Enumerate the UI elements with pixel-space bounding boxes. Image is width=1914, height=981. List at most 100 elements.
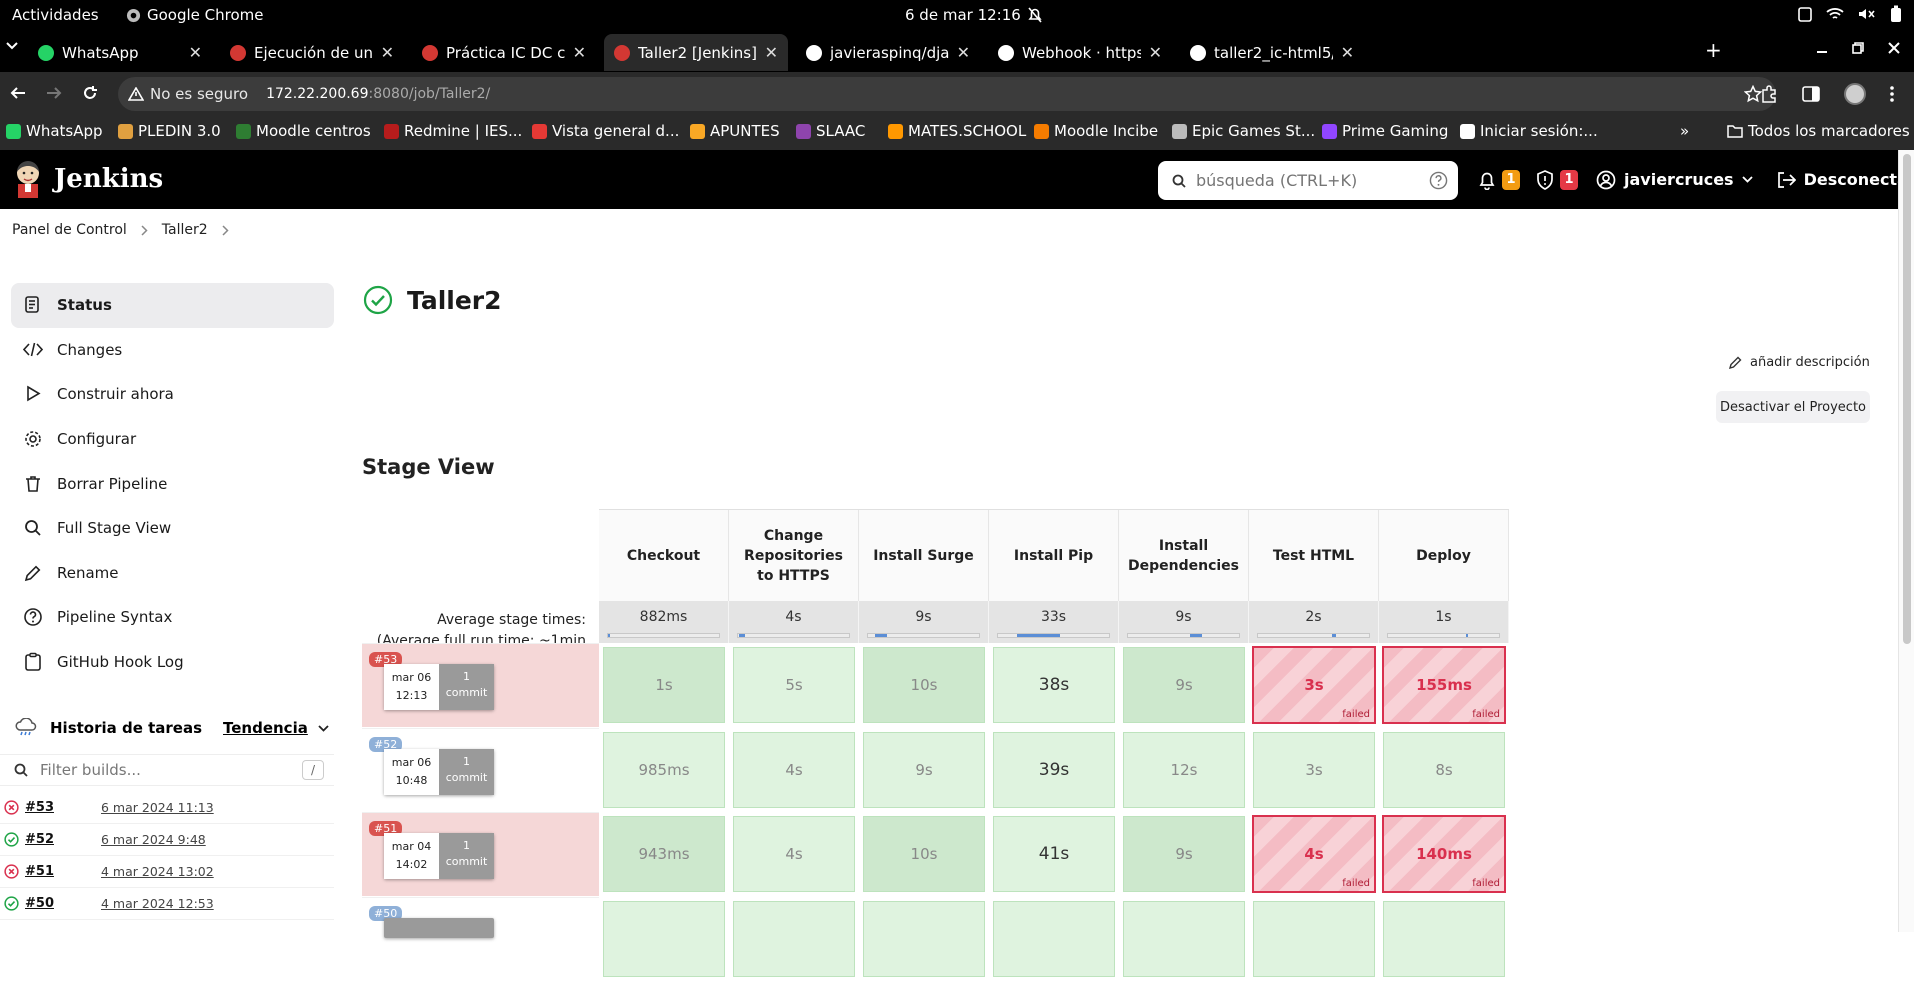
stage-cell-success[interactable] [729, 897, 859, 981]
scrollbar-thumb[interactable] [1903, 154, 1911, 644]
close-window-icon[interactable] [1888, 42, 1900, 54]
stage-cell-success[interactable] [859, 897, 989, 981]
stage-cell-success[interactable]: 4s [729, 728, 859, 812]
logout-button[interactable]: Desconectar [1777, 170, 1914, 189]
stage-cell-success[interactable]: 9s [1119, 643, 1249, 727]
stage-cell-success[interactable]: 38s [989, 643, 1119, 727]
build-number-link[interactable]: #53 [25, 800, 95, 815]
browser-tab[interactable]: taller2_ic-html5/_build/i ✕ [1180, 34, 1364, 71]
build-history-row[interactable]: #51 4 mar 2024 13:02 [0, 856, 334, 888]
build-card[interactable]: mar 06 12:13 1 commit [384, 664, 494, 710]
app-menu[interactable]: Google Chrome [126, 6, 264, 24]
sidebar-item-github-hook-log[interactable]: GitHub Hook Log [11, 640, 334, 685]
stage-cell-success[interactable]: 4s [729, 812, 859, 896]
stage-cell-success[interactable]: 10s [859, 812, 989, 896]
security-alerts-button[interactable]: 1 [1536, 169, 1578, 190]
breadcrumb-dashboard[interactable]: Panel de Control [12, 222, 127, 238]
stage-cell-success[interactable]: 9s [1119, 812, 1249, 896]
commit-count[interactable]: 1 commit [439, 664, 494, 710]
bookmark-item[interactable]: APUNTES [690, 122, 780, 140]
build-date-link[interactable]: 4 mar 2024 13:02 [101, 864, 214, 879]
build-history-row[interactable]: #50 4 mar 2024 12:53 [0, 888, 334, 920]
build-history-row[interactable]: #53 6 mar 2024 11:13 [0, 792, 334, 824]
minimize-icon[interactable] [1816, 42, 1828, 54]
new-tab-button[interactable]: + [1705, 38, 1722, 62]
bookmark-item[interactable]: Moodle Incibe [1034, 122, 1158, 140]
address-bar[interactable]: No es seguro 172.22.200.69:8080/job/Tall… [118, 77, 1776, 111]
browser-tab[interactable]: Práctica IC DC con Jenkin ✕ [412, 34, 596, 71]
build-date-link[interactable]: 4 mar 2024 12:53 [101, 896, 214, 911]
build-number-link[interactable]: #51 [25, 864, 95, 879]
side-panel-icon[interactable] [1802, 86, 1820, 102]
stage-cell-success[interactable] [1249, 897, 1379, 981]
clipboard-tray-icon[interactable] [1798, 6, 1812, 22]
build-number-link[interactable]: #52 [25, 832, 95, 847]
build-number-link[interactable]: #50 [25, 896, 95, 911]
browser-tab[interactable]: Ejecución de un pipeline ✕ [220, 34, 404, 71]
stage-cell-success[interactable] [599, 897, 729, 981]
page-scrollbar[interactable] [1898, 150, 1914, 932]
more-bookmarks-chevron-icon[interactable]: » [1680, 122, 1689, 140]
bookmark-item[interactable]: Vista general d... [532, 122, 679, 140]
bookmark-item[interactable]: MATES.SCHOOL [888, 122, 1026, 140]
tab-search-button[interactable] [6, 42, 18, 50]
stage-cell-success[interactable] [989, 897, 1119, 981]
stage-cell-success[interactable]: 41s [989, 812, 1119, 896]
bookmark-item[interactable]: Redmine | IES... [384, 122, 522, 140]
activities-button[interactable]: Actividades [12, 6, 99, 24]
build-history-row[interactable]: #52 6 mar 2024 9:48 [0, 824, 334, 856]
stage-cell-failed[interactable]: 4s failed [1249, 812, 1379, 896]
all-bookmarks[interactable]: Todos los marcadores [1727, 122, 1910, 140]
forward-arrow-icon[interactable] [46, 85, 62, 101]
user-menu[interactable]: javiercruces [1596, 170, 1753, 190]
stage-cell-failed[interactable]: 155ms failed [1379, 643, 1509, 727]
close-tab-icon[interactable]: ✕ [957, 43, 970, 62]
sidebar-item-changes[interactable]: Changes [11, 328, 334, 373]
sidebar-item-status[interactable]: Status [11, 283, 334, 328]
back-arrow-icon[interactable] [10, 85, 26, 101]
notifications-button[interactable]: 1 [1478, 169, 1520, 190]
more-menu-icon[interactable] [1890, 86, 1894, 102]
close-tab-icon[interactable]: ✕ [1149, 43, 1162, 62]
build-card[interactable]: mar 04 14:02 1 commit [384, 833, 494, 879]
bookmark-item[interactable]: WhatsApp [6, 122, 103, 140]
stage-cell-success[interactable] [1379, 897, 1509, 981]
bookmark-item[interactable]: Prime Gaming [1322, 122, 1448, 140]
close-tab-icon[interactable]: ✕ [765, 43, 778, 62]
reload-icon[interactable] [82, 85, 98, 101]
add-description-link[interactable]: añadir descripción [1728, 355, 1870, 370]
breadcrumb-job[interactable]: Taller2 [162, 222, 208, 238]
trend-link[interactable]: Tendencia [223, 719, 329, 737]
stage-cell-success[interactable]: 9s [859, 728, 989, 812]
sidebar-item-pipeline-syntax[interactable]: Pipeline Syntax [11, 595, 334, 640]
bookmark-item[interactable]: Epic Games St... [1172, 122, 1315, 140]
browser-tab[interactable]: javieraspinq/django_tuto ✕ [796, 34, 980, 71]
disable-project-button[interactable]: Desactivar el Proyecto [1716, 391, 1870, 423]
stage-cell-success[interactable]: 943ms [599, 812, 729, 896]
stage-cell-success[interactable]: 8s [1379, 728, 1509, 812]
sidebar-item-construir-ahora[interactable]: Construir ahora [11, 372, 334, 417]
build-date-link[interactable]: 6 mar 2024 9:48 [101, 832, 206, 847]
browser-tab[interactable]: Webhook · https://c9ca-1 ✕ [988, 34, 1172, 71]
build-date-link[interactable]: 6 mar 2024 11:13 [101, 800, 214, 815]
stage-cell-failed[interactable]: 3s failed [1249, 643, 1379, 727]
clock[interactable]: 6 de mar 12:16 [905, 6, 1021, 24]
close-tab-icon[interactable]: ✕ [381, 43, 394, 62]
extensions-icon[interactable] [1760, 85, 1778, 103]
notifications-off-icon[interactable] [1027, 6, 1043, 24]
stage-cell-success[interactable]: 985ms [599, 728, 729, 812]
close-tab-icon[interactable]: ✕ [189, 43, 202, 62]
sidebar-item-configurar[interactable]: Configurar [11, 417, 334, 462]
sidebar-item-rename[interactable]: Rename [11, 551, 334, 596]
sidebar-item-full-stage-view[interactable]: Full Stage View [11, 506, 334, 551]
sidebar-item-borrar-pipeline[interactable]: Borrar Pipeline [11, 461, 334, 506]
commit-count[interactable]: 1 commit [439, 749, 494, 795]
search-input[interactable] [1196, 171, 1416, 190]
bookmark-item[interactable]: Moodle centros [236, 122, 371, 140]
build-card[interactable]: mar 06 10:48 1 commit [384, 749, 494, 795]
restore-icon[interactable] [1852, 42, 1864, 54]
system-tray[interactable] [1798, 5, 1902, 23]
close-tab-icon[interactable]: ✕ [573, 43, 586, 62]
build-card[interactable] [384, 918, 494, 938]
bookmark-item[interactable]: Iniciar sesión:... [1460, 122, 1598, 140]
